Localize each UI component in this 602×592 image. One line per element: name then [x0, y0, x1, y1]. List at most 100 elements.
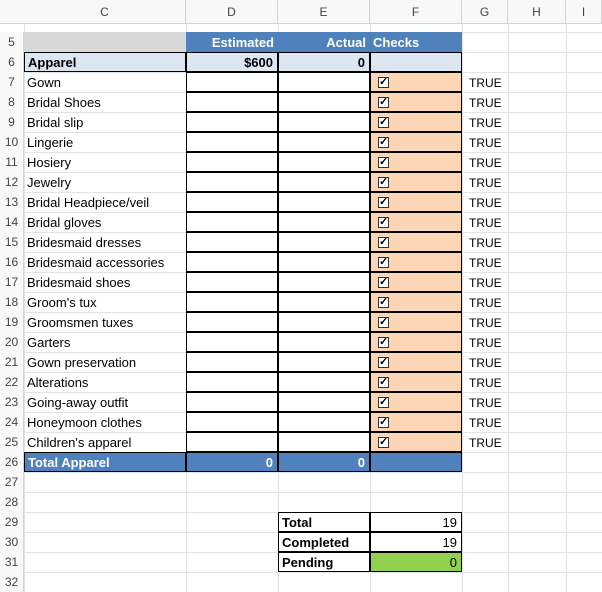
item-label[interactable]: Jewelry [24, 172, 186, 192]
summary-label[interactable]: Pending [278, 552, 370, 572]
row-header-14[interactable]: 14 [0, 212, 24, 232]
row-header-21[interactable]: 21 [0, 352, 24, 372]
item-estimated[interactable] [186, 152, 278, 172]
checkbox[interactable]: ✓ [378, 237, 389, 248]
section-label[interactable]: Apparel [24, 52, 186, 72]
item-label[interactable]: Bridal Shoes [24, 92, 186, 112]
row-header-26[interactable]: 26 [0, 452, 24, 472]
item-label[interactable]: Bridesmaid accessories [24, 252, 186, 272]
item-label[interactable]: Bridesmaid shoes [24, 272, 186, 292]
item-actual[interactable] [278, 252, 370, 272]
item-estimated[interactable] [186, 112, 278, 132]
item-actual[interactable] [278, 192, 370, 212]
column-header-d[interactable]: D [186, 0, 278, 24]
item-actual[interactable] [278, 432, 370, 452]
item-label[interactable]: Groomsmen tuxes [24, 312, 186, 332]
item-actual[interactable] [278, 132, 370, 152]
item-estimated[interactable] [186, 192, 278, 212]
item-estimated[interactable] [186, 132, 278, 152]
item-label[interactable]: Children's apparel [24, 432, 186, 452]
section-checks[interactable] [370, 52, 462, 72]
item-label[interactable]: Groom's tux [24, 292, 186, 312]
checkbox[interactable]: ✓ [378, 117, 389, 128]
item-estimated[interactable] [186, 352, 278, 372]
summary-value[interactable]: 19 [370, 532, 462, 552]
checkbox[interactable]: ✓ [378, 217, 389, 228]
row-header-30[interactable]: 30 [0, 532, 24, 552]
header-estimated[interactable]: Estimated [186, 32, 278, 52]
row-header-8[interactable]: 8 [0, 92, 24, 112]
row-header-5[interactable]: 5 [0, 32, 24, 52]
row-header-19[interactable]: 19 [0, 312, 24, 332]
row-header-18[interactable]: 18 [0, 292, 24, 312]
column-header-e[interactable]: E [278, 0, 370, 24]
item-estimated[interactable] [186, 332, 278, 352]
item-actual[interactable] [278, 412, 370, 432]
item-estimated[interactable] [186, 432, 278, 452]
item-actual[interactable] [278, 172, 370, 192]
checkbox[interactable]: ✓ [378, 137, 389, 148]
item-actual[interactable] [278, 92, 370, 112]
checkbox[interactable]: ✓ [378, 357, 389, 368]
item-label[interactable]: Gown [24, 72, 186, 92]
column-header-c[interactable]: C [24, 0, 186, 24]
total-actual[interactable]: 0 [278, 452, 370, 472]
item-label[interactable]: Bridal Headpiece/veil [24, 192, 186, 212]
item-estimated[interactable] [186, 312, 278, 332]
select-all-corner[interactable] [0, 0, 24, 24]
total-checks[interactable] [370, 452, 462, 472]
item-actual[interactable] [278, 332, 370, 352]
header-blank[interactable] [24, 32, 186, 52]
summary-label[interactable]: Completed [278, 532, 370, 552]
item-label[interactable]: Honeymoon clothes [24, 412, 186, 432]
item-estimated[interactable] [186, 72, 278, 92]
row-header-27[interactable]: 27 [0, 472, 24, 492]
item-label[interactable]: Bridal gloves [24, 212, 186, 232]
checkbox[interactable]: ✓ [378, 317, 389, 328]
row-header-17[interactable]: 17 [0, 272, 24, 292]
column-header-i[interactable]: I [566, 0, 602, 24]
checkbox[interactable]: ✓ [378, 157, 389, 168]
item-estimated[interactable] [186, 212, 278, 232]
section-actual[interactable]: 0 [278, 52, 370, 72]
checkbox[interactable]: ✓ [378, 77, 389, 88]
item-label[interactable]: Alterations [24, 372, 186, 392]
column-header-g[interactable]: G [462, 0, 508, 24]
row-header-7[interactable]: 7 [0, 72, 24, 92]
row-header-16[interactable]: 16 [0, 252, 24, 272]
item-estimated[interactable] [186, 92, 278, 112]
item-label[interactable]: Bridal slip [24, 112, 186, 132]
row-header-29[interactable]: 29 [0, 512, 24, 532]
item-actual[interactable] [278, 312, 370, 332]
checkbox[interactable]: ✓ [378, 377, 389, 388]
row-header-12[interactable]: 12 [0, 172, 24, 192]
checkbox[interactable]: ✓ [378, 417, 389, 428]
item-label[interactable]: Gown preservation [24, 352, 186, 372]
item-label[interactable]: Lingerie [24, 132, 186, 152]
item-actual[interactable] [278, 292, 370, 312]
total-label[interactable]: Total Apparel [24, 452, 186, 472]
column-header-f[interactable]: F [370, 0, 462, 24]
row-header-6[interactable]: 6 [0, 52, 24, 72]
item-actual[interactable] [278, 72, 370, 92]
header-actual[interactable]: Actual [278, 32, 370, 52]
row-header-31[interactable]: 31 [0, 552, 24, 572]
item-estimated[interactable] [186, 232, 278, 252]
summary-value[interactable]: 19 [370, 512, 462, 532]
row-header-9[interactable]: 9 [0, 112, 24, 132]
item-estimated[interactable] [186, 292, 278, 312]
checkbox[interactable]: ✓ [378, 337, 389, 348]
checkbox[interactable]: ✓ [378, 97, 389, 108]
row-header-15[interactable]: 15 [0, 232, 24, 252]
item-actual[interactable] [278, 152, 370, 172]
row-header-32[interactable]: 32 [0, 572, 24, 592]
item-estimated[interactable] [186, 412, 278, 432]
checkbox[interactable]: ✓ [378, 397, 389, 408]
item-actual[interactable] [278, 392, 370, 412]
row-header-20[interactable]: 20 [0, 332, 24, 352]
item-estimated[interactable] [186, 392, 278, 412]
item-estimated[interactable] [186, 172, 278, 192]
item-actual[interactable] [278, 372, 370, 392]
checkbox[interactable]: ✓ [378, 277, 389, 288]
item-actual[interactable] [278, 112, 370, 132]
